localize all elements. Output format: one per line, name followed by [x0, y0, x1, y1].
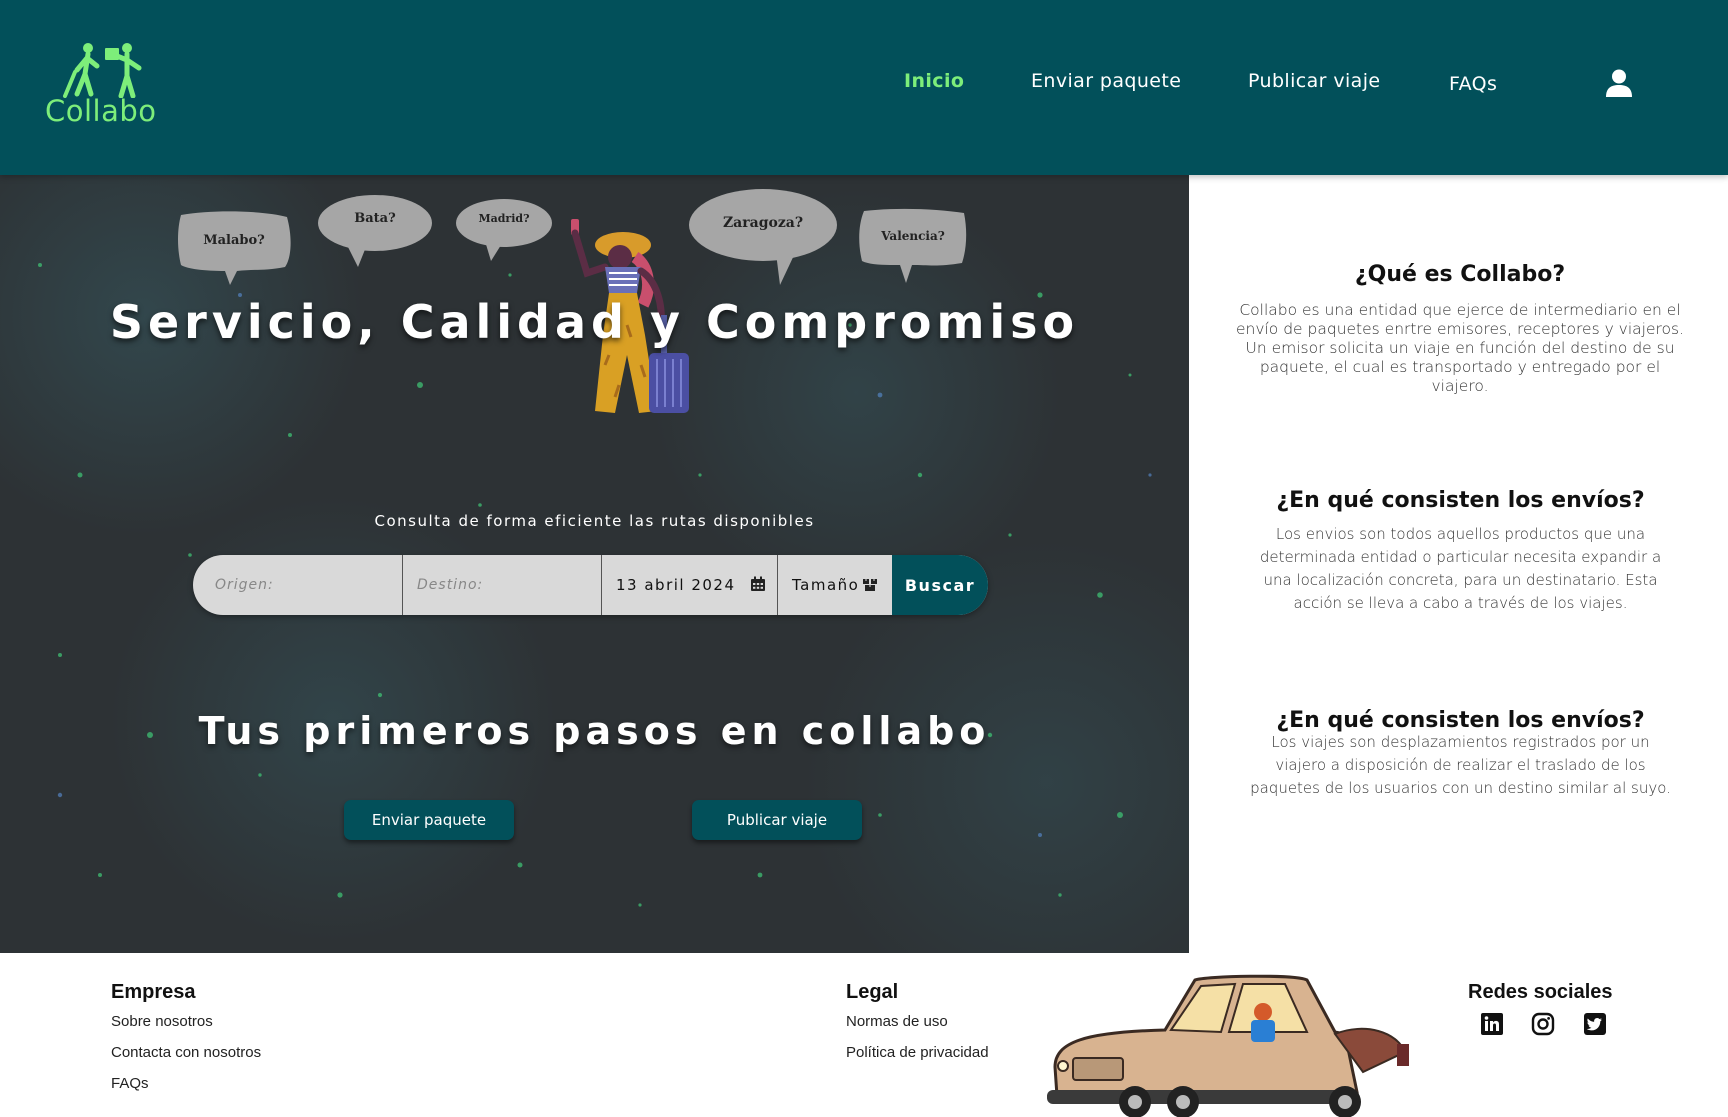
send-package-button[interactable]: Enviar paquete [344, 800, 514, 840]
nav-enviar-paquete[interactable]: Enviar paquete [1031, 70, 1181, 92]
top-navbar: Collabo Inicio Enviar paquete Publicar v… [0, 0, 1728, 175]
bubble-madrid: Madrid? [455, 197, 553, 263]
footer-link-contact[interactable]: Contacta con nosotros [111, 1044, 261, 1061]
info-title: ¿En qué consisten los envíos? [1276, 488, 1645, 513]
footer-link-about[interactable]: Sobre nosotros [111, 1013, 213, 1030]
nav-inicio[interactable]: Inicio [904, 70, 964, 92]
search-button[interactable]: Buscar [892, 555, 988, 615]
info-text: Los envios son todos aquellos productos … [1259, 525, 1662, 612]
twitter-icon[interactable] [1583, 1012, 1607, 1036]
nav-faqs[interactable]: FAQs [1449, 73, 1497, 95]
publish-trip-button[interactable]: Publicar viaje [692, 800, 862, 840]
footer-link-privacy[interactable]: Política de privacidad [846, 1044, 989, 1061]
calendar-icon [751, 576, 765, 591]
origin-field[interactable] [193, 555, 403, 615]
collabo-logo[interactable]: Collabo [45, 42, 157, 128]
footer-empresa-title: Empresa [111, 981, 196, 1003]
hero-subtitle: Consulta de forma eficiente las rutas di… [374, 512, 815, 530]
boxes-icon [863, 579, 877, 591]
footer-social-title: Redes sociales [1468, 981, 1613, 1003]
origin-input[interactable] [193, 555, 402, 615]
info-text: Collabo es una entidad que ejerce de int… [1235, 301, 1685, 395]
destination-field[interactable] [403, 555, 602, 615]
info-block-what-is: ¿Qué es Collabo? Collabo es una entidad … [1230, 262, 1690, 396]
info-title: ¿Qué es Collabo? [1354, 262, 1566, 287]
hero-title: Servicio, Calidad y Compromiso [109, 295, 1080, 349]
info-text: Los viajes son desplazamientos registrad… [1250, 733, 1671, 797]
instagram-icon[interactable] [1531, 1012, 1555, 1036]
info-block-shipments: ¿En qué consisten los envíos? Los envios… [1248, 488, 1673, 615]
linkedin-icon[interactable] [1480, 1012, 1504, 1036]
logo-text: Collabo [45, 94, 157, 128]
user-icon[interactable] [1604, 68, 1634, 98]
info-title: ¿En qué consisten los envíos? [1276, 708, 1645, 733]
footer-legal-title: Legal [846, 981, 899, 1003]
route-search-bar: 13 abril 2024 Tamaño Buscar [193, 555, 988, 615]
date-picker[interactable]: 13 abril 2024 [602, 555, 778, 615]
date-value: 13 abril 2024 [616, 576, 736, 594]
bubble-malabo: Malabo? [175, 209, 293, 289]
info-block-trips: ¿En qué consisten los envíos? Los viajes… [1248, 708, 1673, 800]
footer-link-faqs[interactable]: FAQs [111, 1075, 149, 1092]
size-label: Tamaño [792, 576, 860, 594]
destination-input[interactable] [403, 555, 601, 615]
bubble-bata: Bata? [316, 193, 434, 271]
size-selector[interactable]: Tamaño [778, 555, 892, 615]
hero-section: Malabo? Bata? Madrid? Zaragoza? Valencia… [0, 175, 1189, 953]
steps-title: Tus primeros pasos en collabo [198, 709, 991, 753]
bubble-valencia: Valencia? [858, 207, 968, 287]
nav-publicar-viaje[interactable]: Publicar viaje [1248, 70, 1380, 92]
footer-link-terms[interactable]: Normas de uso [846, 1013, 948, 1030]
travelers-logo-icon [63, 43, 142, 98]
car-illustration [1047, 974, 1409, 1117]
